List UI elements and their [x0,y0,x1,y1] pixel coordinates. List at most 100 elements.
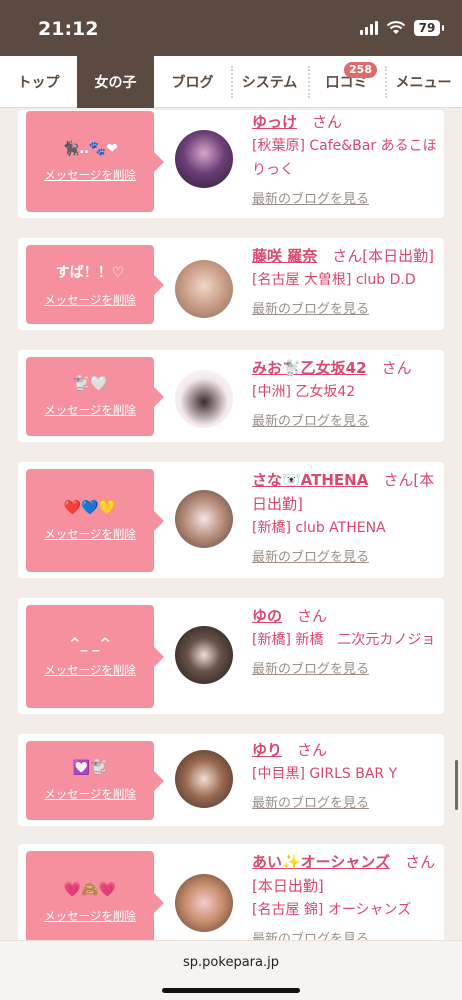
girl-info: みお🐩乙女坂42 さん [中洲] 乙女坂42 最新のブログを見る [252,356,438,434]
avatar[interactable] [175,370,233,428]
delete-message-link[interactable]: メッセージを削除 [44,402,136,418]
girl-name-line: ゆり さん [252,738,438,762]
shop-name: [新橋] 新橋 二次元カノジョ [252,632,436,648]
girl-name-line: 藤咲 羅奈 さん[本日出勤] [252,244,438,268]
girl-name-link[interactable]: さな🐻‍❄️ATHENA [252,471,368,489]
tab-reviews[interactable]: 口コミ 258 [308,56,385,108]
girl-name-link[interactable]: みお🐩乙女坂42 [252,359,367,377]
honorific: さん [383,471,414,489]
message-bubble: すば！！♡ メッセージを削除 [26,245,164,324]
message-bubble: ❤️💙💛 メッセージを削除 [26,469,164,572]
battery-icon: 79 [414,20,444,36]
girl-info: あい✨オーシャンズ さん [本日出勤] [名古屋 錦] オーシャンズ 最新のブログ… [252,850,438,940]
message-bubble: 💗🙈💗 メッセージを削除 [26,851,164,940]
girl-name-link[interactable]: ゆっけ [252,113,297,131]
honorific: さん [332,247,363,265]
wifi-icon [386,21,406,34]
shop-name: [秋葉原] Cafe&Bar あるこほりっく [252,138,437,178]
honorific: さん [405,853,436,871]
girl-name-link[interactable]: 藤咲 羅奈 [252,247,317,265]
message-text: ^_ _^ [68,635,112,652]
message-text: すば！！♡ [55,264,125,281]
tab-label: システム [241,75,298,91]
message-bubble: ^_ _^ メッセージを削除 [26,605,164,708]
shop-name: [名古屋 大曽根] club D.D [252,272,416,288]
honorific: さん [297,741,328,759]
delete-message-link[interactable]: メッセージを削除 [44,908,136,924]
latest-blog-link[interactable]: 最新のブログを見る [252,410,438,434]
girl-name-line: あい✨オーシャンズ さん [本日出勤] [252,850,438,898]
delete-message-link[interactable]: メッセージを削除 [44,526,136,542]
girl-info: ゆり さん [中目黒] GIRLS BAR Y 最新のブログを見る [252,738,438,816]
girl-name-link[interactable]: ゆの [252,607,282,625]
girl-name-link[interactable]: ゆり [252,741,282,759]
avatar[interactable] [175,130,233,188]
tab-label: トップ [17,75,60,91]
message-card: ❤️💙💛 メッセージを削除 さな🐻‍❄️ATHENA さん[本日出勤] [新橋]… [18,462,444,578]
shop-name: [中洲] 乙女坂42 [252,384,356,400]
girl-info: 藤咲 羅奈 さん[本日出勤] [名古屋 大曽根] club D.D 最新のブログ… [252,244,438,322]
tab-label: メニュー [395,75,452,91]
latest-blog-link[interactable]: 最新のブログを見る [252,546,438,570]
girl-name-line: さな🐻‍❄️ATHENA さん[本日出勤] [252,468,438,516]
honorific: さん [312,113,343,131]
status-icons: 79 [360,20,444,36]
scrollbar-thumb[interactable] [455,760,458,810]
home-indicator [162,988,300,993]
girl-info: ゆっけ さん [秋葉原] Cafe&Bar あるこほりっく 最新のブログを見る [252,110,438,212]
delete-message-link[interactable]: メッセージを削除 [44,662,136,678]
nav-tabs: トップ 女の子 ブログ システム 口コミ 258 メニュー [0,56,462,108]
attendance-status: [本日出勤] [362,247,434,265]
avatar[interactable] [175,750,233,808]
status-time: 21:12 [38,18,99,40]
shop-name: [新橋] club ATHENA [252,520,386,536]
status-bar: 21:12 79 [0,0,462,56]
girl-name-line: みお🐩乙女坂42 さん [252,356,438,380]
avatar[interactable] [175,490,233,548]
tab-label: 女の子 [94,75,137,91]
shop-name: [名古屋 錦] オーシャンズ [252,902,412,918]
tab-menu[interactable]: メニュー [385,56,462,108]
delete-message-link[interactable]: メッセージを削除 [44,292,136,308]
latest-blog-link[interactable]: 最新のブログを見る [252,928,438,940]
reviews-count-badge: 258 [344,62,377,78]
message-text: 💗🙈💗 [63,881,117,898]
message-card: 💟🐩 メッセージを削除 ゆり さん [中目黒] GIRLS BAR Y 最新のブ… [18,734,444,826]
latest-blog-link[interactable]: 最新のブログを見る [252,188,438,212]
avatar[interactable] [175,260,233,318]
tab-blog[interactable]: ブログ [154,56,231,108]
latest-blog-link[interactable]: 最新のブログを見る [252,298,438,322]
message-bubble: 💟🐩 メッセージを削除 [26,741,164,820]
message-list: 🐈‍⬛‥🐾❤ メッセージを削除 ゆっけ さん [秋葉原] Cafe&Bar ある… [0,109,462,940]
girl-name-link[interactable]: あい✨オーシャンズ [252,853,390,871]
message-text: ❤️💙💛 [63,499,117,516]
message-text: 🐩🤍 [72,375,108,392]
message-bubble: 🐩🤍 メッセージを削除 [26,357,164,436]
girl-name-line: ゆの さん [252,604,438,628]
cellular-signal-icon [360,21,378,35]
girl-info: ゆの さん [新橋] 新橋 二次元カノジョ 最新のブログを見る [252,604,438,682]
avatar[interactable] [175,626,233,684]
attendance-status: [本日出勤] [252,877,324,895]
message-card: 🐩🤍 メッセージを削除 みお🐩乙女坂42 さん [中洲] 乙女坂42 最新のブロ… [18,350,444,442]
avatar[interactable] [175,874,233,932]
latest-blog-link[interactable]: 最新のブログを見る [252,658,438,682]
girl-info: さな🐻‍❄️ATHENA さん[本日出勤] [新橋] club ATHENA 最… [252,468,438,570]
message-text: 💟🐩 [72,759,108,776]
latest-blog-link[interactable]: 最新のブログを見る [252,792,438,816]
tab-girls[interactable]: 女の子 [77,56,154,108]
url-bar[interactable]: sp.pokepara.jp [0,955,462,970]
browser-bottom-bar: sp.pokepara.jp [0,940,462,1000]
message-text: 🐈‍⬛‥🐾❤ [62,140,118,157]
message-card: 🐈‍⬛‥🐾❤ メッセージを削除 ゆっけ さん [秋葉原] Cafe&Bar ある… [18,110,444,218]
tab-system[interactable]: システム [231,56,308,108]
message-bubble: 🐈‍⬛‥🐾❤ メッセージを削除 [26,111,164,212]
girl-name-line: ゆっけ さん [252,110,438,134]
tab-label: ブログ [171,75,214,91]
message-card: 💗🙈💗 メッセージを削除 あい✨オーシャンズ さん [本日出勤] [名古屋 錦] … [18,844,444,940]
delete-message-link[interactable]: メッセージを削除 [44,167,136,183]
message-card: すば！！♡ メッセージを削除 藤咲 羅奈 さん[本日出勤] [名古屋 大曽根] … [18,238,444,330]
delete-message-link[interactable]: メッセージを削除 [44,786,136,802]
tab-top[interactable]: トップ [0,56,77,108]
message-card: ^_ _^ メッセージを削除 ゆの さん [新橋] 新橋 二次元カノジョ 最新の… [18,598,444,714]
